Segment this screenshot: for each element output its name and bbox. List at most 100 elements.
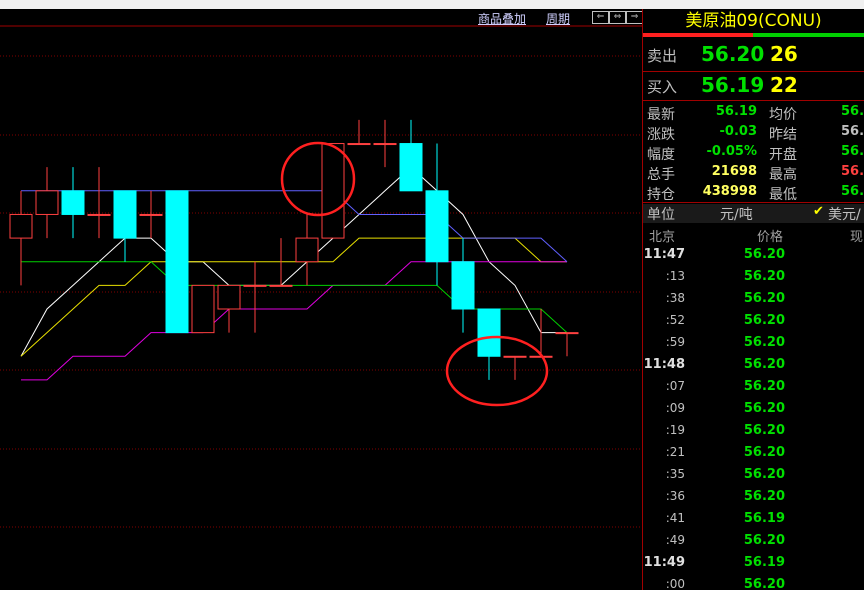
tick-price: 56.20 xyxy=(743,313,785,328)
tick-price: 56.19 xyxy=(743,511,785,526)
ma-line xyxy=(21,190,568,263)
currency-toggle[interactable]: 美元/ xyxy=(828,204,861,224)
bid-price: 56.19 xyxy=(701,73,765,97)
ask-volume: 26 xyxy=(770,42,798,66)
fit-button[interactable]: ⇔ xyxy=(609,11,626,24)
bid-volume: 22 xyxy=(770,73,798,97)
check-icon: ✔ xyxy=(813,204,824,219)
tick-price: 56.20 xyxy=(743,423,785,438)
candle-body xyxy=(425,190,449,263)
ask-label: 卖出 xyxy=(647,47,678,65)
tick-price: 56.20 xyxy=(743,269,785,284)
bid-label: 买入 xyxy=(647,78,678,96)
stat-value: 56. xyxy=(841,144,864,159)
candle-body xyxy=(35,190,59,215)
stat-label: 最新 xyxy=(647,107,675,123)
candle-body xyxy=(191,284,215,334)
tick-price: 56.20 xyxy=(743,489,785,504)
stat-label: 幅度 xyxy=(647,147,675,163)
candle-body xyxy=(295,237,319,263)
stat-label: 昨结 xyxy=(769,127,797,143)
tick-price: 56.20 xyxy=(743,291,785,306)
ask-price: 56.20 xyxy=(701,42,765,66)
divider xyxy=(643,202,864,203)
candle-body xyxy=(477,308,501,357)
tick-price: 56.20 xyxy=(743,357,785,372)
candle-body xyxy=(399,143,423,192)
candle-body xyxy=(503,355,527,358)
tick-time: 11:48 xyxy=(643,357,685,372)
tick-time: :41 xyxy=(665,511,685,525)
chart-canvas[interactable] xyxy=(0,9,643,590)
stat-value: 56. xyxy=(841,104,864,119)
stat-label: 涨跌 xyxy=(647,127,675,143)
stat-label: 持仓 xyxy=(647,187,675,203)
tick-price: 56.20 xyxy=(743,379,785,394)
stat-value: -0.03 xyxy=(719,124,757,139)
tick-price: 56.20 xyxy=(743,577,785,590)
candle-body xyxy=(555,332,579,335)
scroll-right-button[interactable]: ⇒ xyxy=(626,11,643,24)
candle-body xyxy=(217,284,241,310)
tick-time: :21 xyxy=(665,445,685,459)
tick-time: :59 xyxy=(665,335,685,349)
tick-price: 56.20 xyxy=(743,335,785,350)
quote-panel: 美原油09(CONU) 卖出 56.20 26 买入 56.19 22 最新 56… xyxy=(643,9,864,590)
tick-price: 56.20 xyxy=(743,533,785,548)
stat-value: 56. xyxy=(841,164,864,179)
stat-value: 56. xyxy=(841,184,864,199)
tick-time: :13 xyxy=(665,269,685,283)
overlay-button[interactable]: 商品叠加 xyxy=(478,10,526,27)
unit-value[interactable]: 元/吨 xyxy=(720,204,753,224)
stat-value: 56.2 xyxy=(841,124,864,139)
buy-ratio-bar xyxy=(753,33,864,37)
instrument-title: 美原油09(CONU) xyxy=(685,11,822,31)
candle-body xyxy=(139,213,163,216)
tick-time: :19 xyxy=(665,423,685,437)
candle-body xyxy=(373,143,397,146)
tick-time: :49 xyxy=(665,533,685,547)
candle-body xyxy=(451,261,475,310)
stat-value: 56.19 xyxy=(715,104,757,119)
tick-time: :38 xyxy=(665,291,685,305)
tick-head-price: 价格 xyxy=(757,230,784,245)
period-button[interactable]: 周期 xyxy=(546,10,570,27)
sell-ratio-bar xyxy=(643,33,753,37)
tick-time: :36 xyxy=(665,489,685,503)
stat-label: 总手 xyxy=(647,167,675,183)
tick-time: :07 xyxy=(665,379,685,393)
candle-body xyxy=(243,284,267,287)
tick-price: 56.20 xyxy=(743,401,785,416)
tick-time: :00 xyxy=(665,577,685,590)
stat-value: 438998 xyxy=(702,184,757,199)
tick-price: 56.20 xyxy=(743,467,785,482)
divider xyxy=(643,100,864,101)
candle-body xyxy=(321,143,345,239)
tick-head-time: 北京 xyxy=(649,230,676,245)
kline-chart[interactable]: 商品叠加 周期 ⇐ ⇔ ⇒ xyxy=(0,9,643,590)
tick-time: :35 xyxy=(665,467,685,481)
stat-value: 21698 xyxy=(711,164,757,179)
candle-body xyxy=(269,284,293,287)
stat-label: 最低 xyxy=(769,187,797,203)
scroll-left-button[interactable]: ⇐ xyxy=(592,11,609,24)
unit-row: 单位 元/吨 ✔ 美元/ xyxy=(643,204,864,223)
stat-value: -0.05% xyxy=(706,144,758,159)
tick-price: 56.20 xyxy=(743,247,785,262)
divider xyxy=(643,71,864,72)
tick-head-volume: 现 xyxy=(850,230,864,245)
candle-body xyxy=(9,213,33,239)
candle-body xyxy=(113,190,137,239)
stat-label: 最高 xyxy=(769,167,797,183)
tick-time: 11:49 xyxy=(643,555,685,570)
window-top-strip xyxy=(0,0,864,9)
candle-body xyxy=(165,190,189,334)
tick-price: 56.20 xyxy=(743,445,785,460)
unit-label: 单位 xyxy=(647,207,675,223)
candle-body xyxy=(347,143,371,146)
stat-label: 开盘 xyxy=(769,147,797,163)
candle-body xyxy=(87,213,111,216)
tick-price: 56.19 xyxy=(743,555,785,570)
candle-body xyxy=(61,190,85,215)
tick-time: 11:47 xyxy=(643,247,685,262)
